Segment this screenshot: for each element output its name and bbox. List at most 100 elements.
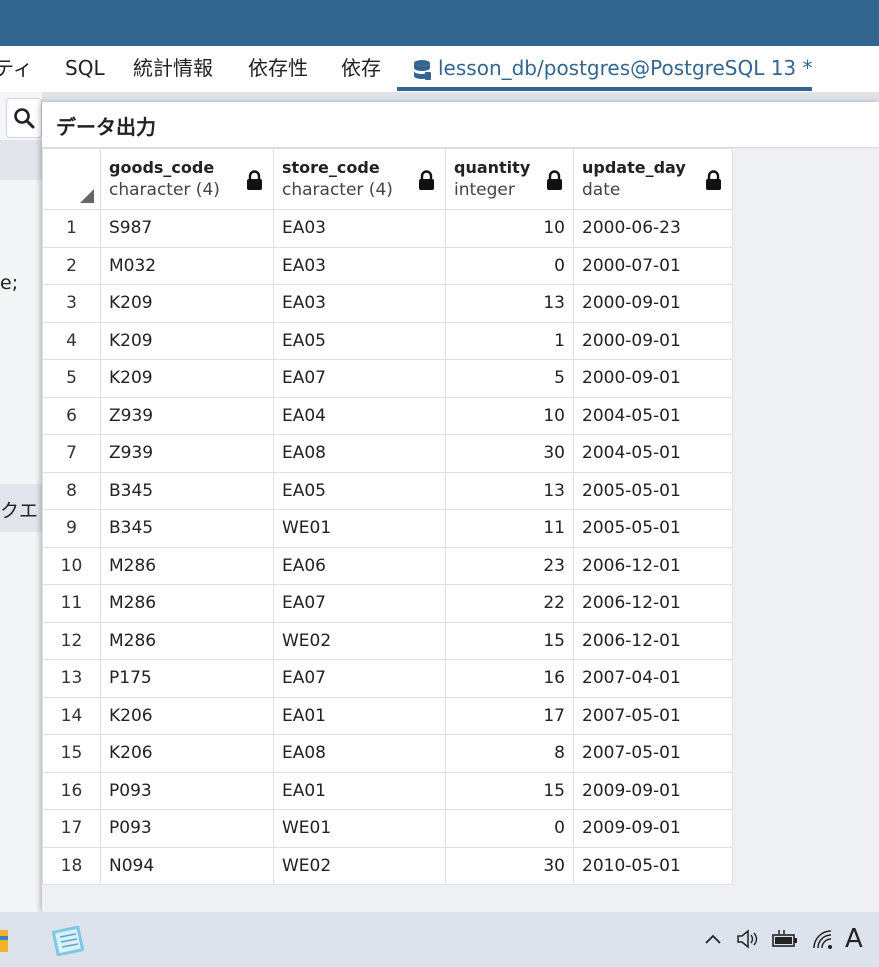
- cell-goods-code[interactable]: N094: [100, 846, 274, 885]
- cell-store-code[interactable]: EA06: [273, 546, 446, 585]
- cell-update-day[interactable]: 2000-09-01: [573, 359, 733, 398]
- cell-quantity[interactable]: 11: [445, 509, 574, 548]
- cell-update-day[interactable]: 2006-12-01: [573, 546, 733, 585]
- cell-store-code[interactable]: EA03: [273, 284, 446, 323]
- wifi-icon[interactable]: [811, 928, 835, 950]
- table-row[interactable]: 2 M032 EA03 0 2000-07-01: [42, 246, 733, 285]
- row-number[interactable]: 4: [42, 321, 101, 360]
- row-number[interactable]: 8: [42, 471, 101, 510]
- tab-properties[interactable]: ティ: [0, 46, 33, 92]
- cell-store-code[interactable]: EA08: [273, 734, 446, 773]
- table-row[interactable]: 1 S987 EA03 10 2000-06-23: [42, 209, 733, 248]
- table-row[interactable]: 11 M286 EA07 22 2006-12-01: [42, 584, 733, 623]
- cell-quantity[interactable]: 30: [445, 846, 574, 885]
- row-number[interactable]: 18: [42, 846, 101, 885]
- row-number[interactable]: 9: [42, 509, 101, 548]
- cell-update-day[interactable]: 2000-07-01: [573, 246, 733, 285]
- cell-quantity[interactable]: 8: [445, 734, 574, 773]
- cell-goods-code[interactable]: M286: [100, 546, 274, 585]
- cell-store-code[interactable]: EA03: [273, 246, 446, 285]
- cell-update-day[interactable]: 2007-04-01: [573, 659, 733, 698]
- cell-quantity[interactable]: 17: [445, 696, 574, 735]
- cell-quantity[interactable]: 0: [445, 809, 574, 848]
- cell-goods-code[interactable]: M286: [100, 621, 274, 660]
- cell-goods-code[interactable]: P175: [100, 659, 274, 698]
- table-row[interactable]: 12 M286 WE02 15 2006-12-01: [42, 621, 733, 660]
- cell-update-day[interactable]: 2004-05-01: [573, 434, 733, 473]
- cell-goods-code[interactable]: M032: [100, 246, 274, 285]
- tab-query-tool[interactable]: lesson_db/postgres@PostgreSQL 13 *: [412, 46, 813, 92]
- cell-quantity[interactable]: 23: [445, 546, 574, 585]
- row-number[interactable]: 14: [42, 696, 101, 735]
- table-row[interactable]: 16 P093 EA01 15 2009-09-01: [42, 771, 733, 810]
- cell-store-code[interactable]: EA07: [273, 359, 446, 398]
- cell-goods-code[interactable]: K209: [100, 284, 274, 323]
- cell-quantity[interactable]: 10: [445, 396, 574, 435]
- battery-icon[interactable]: [771, 928, 799, 950]
- tab-dependencies[interactable]: 依存性: [248, 46, 308, 92]
- cell-update-day[interactable]: 2007-05-01: [573, 696, 733, 735]
- cell-store-code[interactable]: EA03: [273, 209, 446, 248]
- table-row[interactable]: 7 Z939 EA08 30 2004-05-01: [42, 434, 733, 473]
- cell-update-day[interactable]: 2000-06-23: [573, 209, 733, 248]
- folder-icon[interactable]: [0, 924, 10, 954]
- cell-quantity[interactable]: 1: [445, 321, 574, 360]
- table-row[interactable]: 8 B345 EA05 13 2005-05-01: [42, 471, 733, 510]
- cell-quantity[interactable]: 16: [445, 659, 574, 698]
- cell-quantity[interactable]: 13: [445, 284, 574, 323]
- column-header-store-code[interactable]: store_code character (4): [273, 148, 446, 210]
- volume-icon[interactable]: [735, 928, 761, 950]
- cell-update-day[interactable]: 2000-09-01: [573, 321, 733, 360]
- table-row[interactable]: 17 P093 WE01 0 2009-09-01: [42, 809, 733, 848]
- row-number[interactable]: 11: [42, 584, 101, 623]
- row-number[interactable]: 7: [42, 434, 101, 473]
- cell-quantity[interactable]: 22: [445, 584, 574, 623]
- ime-indicator[interactable]: A: [845, 924, 863, 954]
- cell-store-code[interactable]: WE02: [273, 621, 446, 660]
- cell-update-day[interactable]: 2000-09-01: [573, 284, 733, 323]
- column-header-update-day[interactable]: update_day date: [573, 148, 733, 210]
- cell-update-day[interactable]: 2007-05-01: [573, 734, 733, 773]
- cell-goods-code[interactable]: K209: [100, 359, 274, 398]
- cell-quantity[interactable]: 15: [445, 621, 574, 660]
- row-number[interactable]: 15: [42, 734, 101, 773]
- row-number[interactable]: 6: [42, 396, 101, 435]
- cell-store-code[interactable]: EA01: [273, 771, 446, 810]
- table-row[interactable]: 14 K206 EA01 17 2007-05-01: [42, 696, 733, 735]
- cell-quantity[interactable]: 10: [445, 209, 574, 248]
- notepad-icon[interactable]: [50, 924, 86, 956]
- row-number[interactable]: 13: [42, 659, 101, 698]
- cell-update-day[interactable]: 2005-05-01: [573, 471, 733, 510]
- table-row[interactable]: 3 K209 EA03 13 2000-09-01: [42, 284, 733, 323]
- cell-goods-code[interactable]: K206: [100, 696, 274, 735]
- cell-store-code[interactable]: WE02: [273, 846, 446, 885]
- table-row[interactable]: 15 K206 EA08 8 2007-05-01: [42, 734, 733, 773]
- row-number[interactable]: 16: [42, 771, 101, 810]
- cell-goods-code[interactable]: K209: [100, 321, 274, 360]
- row-number[interactable]: 17: [42, 809, 101, 848]
- table-row[interactable]: 6 Z939 EA04 10 2004-05-01: [42, 396, 733, 435]
- cell-update-day[interactable]: 2010-05-01: [573, 846, 733, 885]
- cell-store-code[interactable]: WE01: [273, 509, 446, 548]
- cell-goods-code[interactable]: B345: [100, 471, 274, 510]
- cell-update-day[interactable]: 2009-09-01: [573, 809, 733, 848]
- cell-goods-code[interactable]: P093: [100, 771, 274, 810]
- cell-update-day[interactable]: 2005-05-01: [573, 509, 733, 548]
- cell-update-day[interactable]: 2006-12-01: [573, 621, 733, 660]
- cell-store-code[interactable]: EA07: [273, 584, 446, 623]
- row-number[interactable]: 12: [42, 621, 101, 660]
- cell-goods-code[interactable]: S987: [100, 209, 274, 248]
- table-row[interactable]: 9 B345 WE01 11 2005-05-01: [42, 509, 733, 548]
- cell-goods-code[interactable]: M286: [100, 584, 274, 623]
- chevron-up-icon[interactable]: [703, 928, 723, 950]
- table-row[interactable]: 4 K209 EA05 1 2000-09-01: [42, 321, 733, 360]
- cell-store-code[interactable]: EA05: [273, 321, 446, 360]
- cell-store-code[interactable]: EA07: [273, 659, 446, 698]
- column-header-quantity[interactable]: quantity integer: [445, 148, 574, 210]
- row-number[interactable]: 1: [42, 209, 101, 248]
- cell-store-code[interactable]: EA04: [273, 396, 446, 435]
- cell-goods-code[interactable]: P093: [100, 809, 274, 848]
- cell-goods-code[interactable]: Z939: [100, 396, 274, 435]
- tab-statistics[interactable]: 統計情報: [133, 46, 213, 92]
- cell-quantity[interactable]: 30: [445, 434, 574, 473]
